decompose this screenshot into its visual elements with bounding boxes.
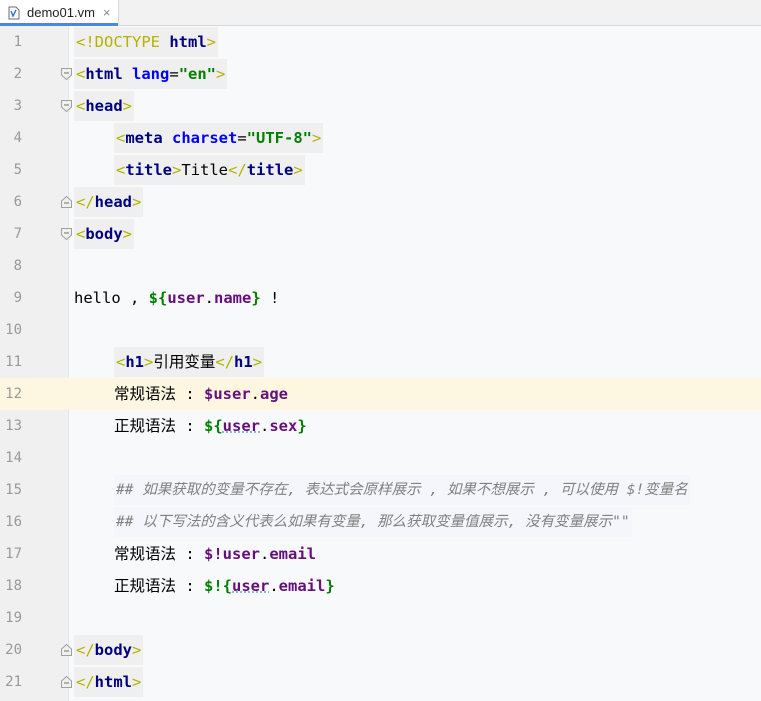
- line-number: 4: [13, 130, 22, 146]
- line-number: 20: [5, 642, 22, 658]
- line-number: 19: [5, 610, 22, 626]
- code-text: </head>: [74, 186, 144, 218]
- velocity-file-icon: [6, 5, 22, 21]
- code-text: 正规语法 : $!{user.email}: [114, 577, 335, 595]
- close-icon[interactable]: ×: [103, 5, 111, 20]
- code-line[interactable]: 1 <!DOCTYPE html>: [0, 26, 761, 58]
- line-number: 17: [5, 546, 22, 562]
- code-editor: demo01.vm × 1 <!DOCTYPE html> 2 <html la…: [0, 0, 761, 701]
- line-number: 6: [13, 194, 22, 210]
- code-text: </body>: [74, 634, 144, 666]
- code-line-current[interactable]: 12 常规语法 : $user.age: [0, 378, 761, 410]
- code-line[interactable]: 8: [0, 250, 761, 282]
- code-text: 常规语法 : $!user.email: [114, 545, 317, 563]
- code-line[interactable]: 4 <meta charset="UTF-8">: [0, 122, 761, 154]
- code-line[interactable]: 10: [0, 314, 761, 346]
- code-line[interactable]: 7 <body>: [0, 218, 761, 250]
- fold-close-icon[interactable]: [61, 676, 72, 688]
- code-text: <title>Title</title>: [114, 154, 305, 186]
- code-text: 正规语法 : ${user.sex}: [114, 417, 307, 435]
- line-number: 10: [5, 322, 22, 338]
- code-comment: ## 如果获取的变量不存在, 表达式会原样展示 , 如果不想展示 , 可以使用 …: [114, 474, 690, 506]
- code-line[interactable]: 21 </html>: [0, 666, 761, 698]
- tab-label: demo01.vm: [27, 5, 95, 20]
- line-number: 2: [13, 66, 22, 82]
- code-line[interactable]: 6 </head>: [0, 186, 761, 218]
- line-number: 9: [13, 290, 22, 306]
- code-text: 常规语法 : $user.age: [114, 385, 289, 403]
- fold-open-icon[interactable]: [61, 68, 72, 80]
- tab-demo01-vm[interactable]: demo01.vm ×: [0, 0, 119, 26]
- line-number: 8: [13, 258, 22, 274]
- code-line[interactable]: 16 ## 以下写法的含义代表么如果有变量, 那么获取变量值展示, 没有变量展示…: [0, 506, 761, 538]
- code-text: <h1>引用变量</h1>: [114, 346, 265, 378]
- code-text: </html>: [74, 666, 144, 698]
- code-line[interactable]: 11 <h1>引用变量</h1>: [0, 346, 761, 378]
- code-text: <head>: [74, 90, 135, 122]
- tab-bar: demo01.vm ×: [0, 0, 761, 26]
- line-number: 12: [5, 386, 22, 402]
- code-text: <!DOCTYPE html>: [74, 26, 218, 58]
- code-line[interactable]: 9 hello , ${user.name} !: [0, 282, 761, 314]
- line-number: 3: [13, 98, 22, 114]
- code-text: hello , ${user.name} !: [74, 289, 280, 307]
- code-line[interactable]: 14: [0, 442, 761, 474]
- fold-close-icon[interactable]: [61, 644, 72, 656]
- code-line[interactable]: 18 正规语法 : $!{user.email}: [0, 570, 761, 602]
- line-number: 13: [5, 418, 22, 434]
- code-text: <body>: [74, 218, 135, 250]
- code-comment: ## 以下写法的含义代表么如果有变量, 那么获取变量值展示, 没有变量展示"": [114, 506, 632, 538]
- code-line[interactable]: 19: [0, 602, 761, 634]
- code-line[interactable]: 3 <head>: [0, 90, 761, 122]
- fold-open-icon[interactable]: [61, 100, 72, 112]
- fold-close-icon[interactable]: [61, 196, 72, 208]
- line-number: 14: [5, 450, 22, 466]
- fold-open-icon[interactable]: [61, 228, 72, 240]
- line-number: 11: [5, 354, 22, 370]
- code-line[interactable]: 2 <html lang="en">: [0, 58, 761, 90]
- line-number: 1: [13, 34, 22, 50]
- line-number: 21: [5, 674, 22, 690]
- line-number: 15: [5, 482, 22, 498]
- line-number: 7: [13, 226, 22, 242]
- line-number: 18: [5, 578, 22, 594]
- line-number: 16: [5, 514, 22, 530]
- line-number: 5: [13, 162, 22, 178]
- code-line[interactable]: 20 </body>: [0, 634, 761, 666]
- code-line[interactable]: 13 正规语法 : ${user.sex}: [0, 410, 761, 442]
- code-text: <meta charset="UTF-8">: [114, 122, 324, 154]
- code-line[interactable]: 17 常规语法 : $!user.email: [0, 538, 761, 570]
- code-line[interactable]: 15 ## 如果获取的变量不存在, 表达式会原样展示 , 如果不想展示 , 可以…: [0, 474, 761, 506]
- code-line[interactable]: 5 <title>Title</title>: [0, 154, 761, 186]
- code-text: <html lang="en">: [74, 58, 228, 90]
